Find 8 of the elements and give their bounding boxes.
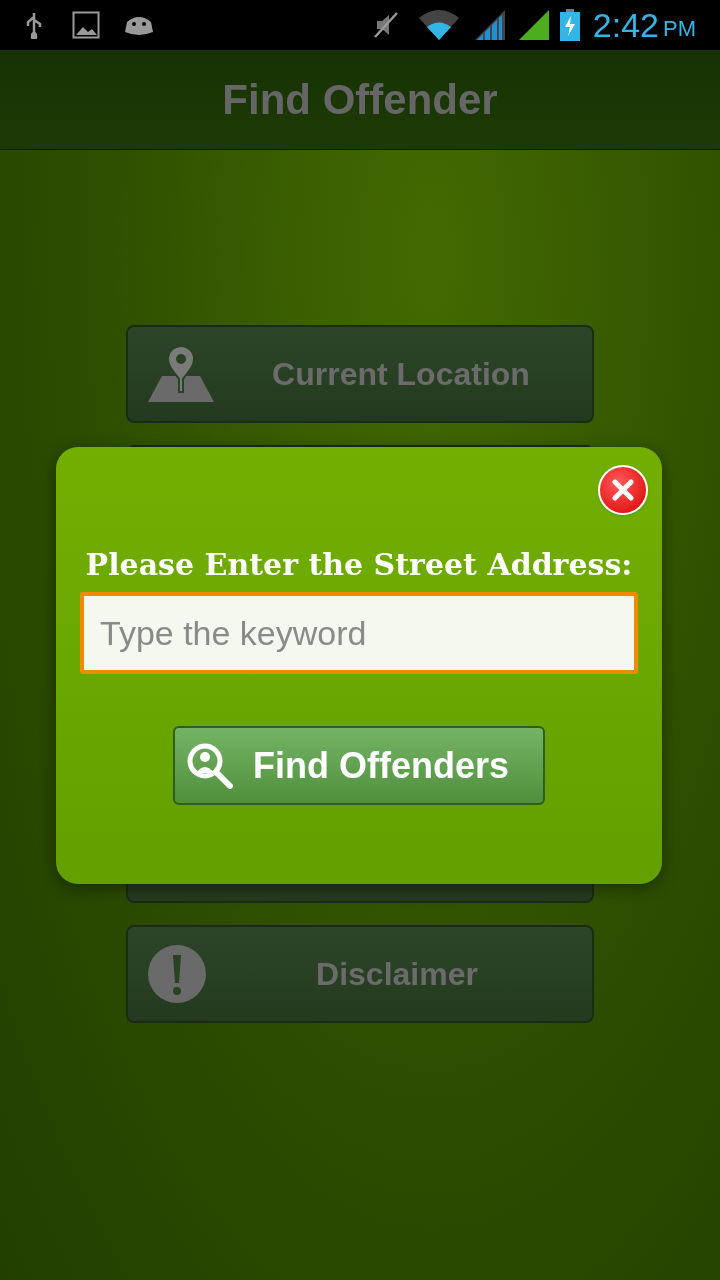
clock-period: PM [663,18,696,40]
menu-button[interactable]: Disclaimer [126,925,594,1023]
screen-title: Find Offender [222,75,498,125]
menu-button[interactable]: Current Location [126,325,594,423]
find-offenders-button[interactable]: Find Offenders [173,726,545,805]
address-field[interactable]: Type the keyword [80,592,638,674]
clock: 2:42 [592,8,659,42]
dialog-title: Please Enter the Street Address: [85,550,633,580]
